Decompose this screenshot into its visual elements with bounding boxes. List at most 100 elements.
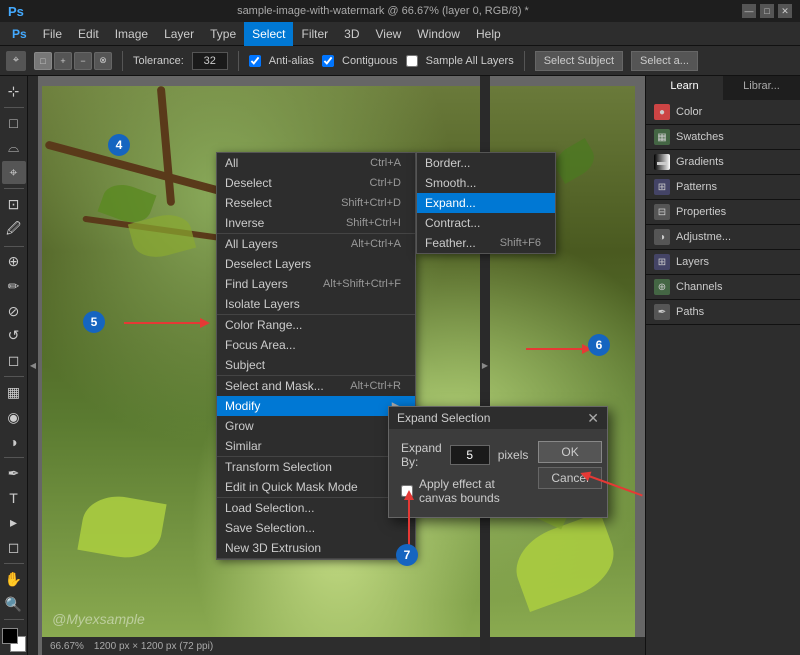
paths-panel-header[interactable]: ✒ Paths	[646, 300, 800, 324]
healing-brush-tool[interactable]: ⊕	[2, 250, 26, 273]
color-panel-header[interactable]: ● Color	[646, 100, 800, 124]
minimize-btn[interactable]: —	[742, 4, 756, 18]
menu-load-selection[interactable]: Load Selection...	[217, 498, 415, 518]
rectangular-marquee-tool[interactable]: □	[2, 112, 26, 135]
sample-all-checkbox[interactable]	[406, 55, 418, 67]
menu-grow[interactable]: Grow	[217, 416, 415, 436]
menu-inverse[interactable]: InverseShift+Ctrl+I	[217, 213, 415, 233]
menu-color-range[interactable]: Color Range...	[217, 315, 415, 335]
menu-file[interactable]: File	[35, 22, 70, 46]
hand-tool[interactable]: ✋	[2, 568, 26, 591]
menu-save-selection[interactable]: Save Selection...	[217, 518, 415, 538]
menu-deselect-layers[interactable]: Deselect Layers	[217, 254, 415, 274]
menu-window[interactable]: Window	[409, 22, 468, 46]
menu-ps[interactable]: Ps	[4, 22, 35, 46]
menu-deselect[interactable]: DeselectCtrl+D	[217, 173, 415, 193]
menu-help[interactable]: Help	[468, 22, 509, 46]
maximize-btn[interactable]: □	[760, 4, 774, 18]
blur-tool[interactable]: ◉	[2, 406, 26, 429]
history-brush-tool[interactable]: ↺	[2, 325, 26, 348]
menu-all[interactable]: AllCtrl+A	[217, 153, 415, 173]
brush-tool[interactable]: ✏	[2, 275, 26, 298]
app-icon: Ps	[8, 4, 24, 19]
left-collapse-arrow[interactable]: ◀	[28, 76, 38, 655]
tolerance-input[interactable]	[192, 52, 228, 70]
menu-isolate-layers[interactable]: Isolate Layers	[217, 294, 415, 314]
menu-type[interactable]: Type	[202, 22, 244, 46]
new-selection-icon[interactable]: □	[34, 52, 52, 70]
add-selection-icon[interactable]: +	[54, 52, 72, 70]
select-menu-dropdown[interactable]: AllCtrl+A DeselectCtrl+D ReselectShift+C…	[216, 152, 416, 560]
type-tool[interactable]: T	[2, 487, 26, 510]
menu-transform-selection[interactable]: Transform Selection	[217, 457, 415, 477]
menu-smooth[interactable]: Smooth...	[417, 173, 555, 193]
menu-3d-extrusion[interactable]: New 3D Extrusion	[217, 538, 415, 558]
gradients-panel-header[interactable]: ▬ Gradients	[646, 150, 800, 174]
menu-3d[interactable]: 3D	[336, 22, 367, 46]
dodge-tool[interactable]: ◑	[2, 430, 26, 453]
menu-similar[interactable]: Similar	[217, 436, 415, 456]
window-title: sample-image-with-watermark @ 66.67% (la…	[237, 5, 529, 17]
color-swatches[interactable]	[2, 628, 26, 651]
dialog-close-btn[interactable]: ✕	[587, 410, 599, 427]
zoom-tool[interactable]: 🔍	[2, 593, 26, 616]
select-subject-btn[interactable]: Select Subject	[535, 51, 623, 71]
menu-select[interactable]: Select	[244, 22, 293, 46]
arrow-5	[124, 322, 204, 324]
intersect-selection-icon[interactable]: ⊗	[94, 52, 112, 70]
clone-stamp-tool[interactable]: ⊘	[2, 300, 26, 323]
swatches-icon: ▦	[654, 129, 670, 145]
tool-separator-7	[4, 619, 24, 620]
color-panel: ● Color	[646, 100, 800, 125]
menu-all-layers[interactable]: All LayersAlt+Ctrl+A	[217, 234, 415, 254]
close-btn[interactable]: ✕	[778, 4, 792, 18]
subtract-selection-icon[interactable]: −	[74, 52, 92, 70]
menu-view[interactable]: View	[368, 22, 410, 46]
menu-find-layers[interactable]: Find LayersAlt+Shift+Ctrl+F	[217, 274, 415, 294]
move-tool[interactable]: ⊹	[2, 80, 26, 103]
menu-image[interactable]: Image	[107, 22, 156, 46]
canvas-area[interactable]: ◀ @Myexsample	[28, 76, 645, 655]
path-selection-tool[interactable]: ▸	[2, 512, 26, 535]
right-panel-tabs: Learn Librar...	[646, 76, 800, 100]
eraser-tool[interactable]: ◻	[2, 349, 26, 372]
menu-modify[interactable]: Modify▶	[217, 396, 415, 416]
menu-reselect[interactable]: ReselectShift+Ctrl+D	[217, 193, 415, 213]
adjustments-panel-header[interactable]: ◑ Adjustme...	[646, 225, 800, 249]
ok-button[interactable]: OK	[538, 441, 601, 463]
modify-submenu[interactable]: Border... Smooth... Expand... Contract..…	[416, 152, 556, 254]
menu-filter[interactable]: Filter	[293, 22, 336, 46]
channels-panel: ⊕ Channels	[646, 275, 800, 300]
channels-panel-header[interactable]: ⊕ Channels	[646, 275, 800, 299]
menu-feather[interactable]: Feather...Shift+F6	[417, 233, 555, 253]
expand-dialog[interactable]: Expand Selection ✕ Expand By: pixels App…	[388, 406, 608, 518]
menu-expand[interactable]: Expand...	[417, 193, 555, 213]
contiguous-checkbox[interactable]	[322, 55, 334, 67]
properties-panel-header[interactable]: ⊟ Properties	[646, 200, 800, 224]
shape-tool[interactable]: ◻	[2, 536, 26, 559]
patterns-panel-header[interactable]: ⊞ Patterns	[646, 175, 800, 199]
antialias-checkbox[interactable]	[249, 55, 261, 67]
lasso-tool[interactable]: ⌓	[2, 136, 26, 159]
menu-border[interactable]: Border...	[417, 153, 555, 173]
channels-icon: ⊕	[654, 279, 670, 295]
menu-layer[interactable]: Layer	[156, 22, 202, 46]
pen-tool[interactable]: ✒	[2, 462, 26, 485]
menu-select-mask[interactable]: Select and Mask...Alt+Ctrl+R	[217, 376, 415, 396]
select-mask-btn[interactable]: Select a...	[631, 51, 698, 71]
menu-subject[interactable]: Subject	[217, 355, 415, 375]
menu-quick-mask[interactable]: Edit in Quick Mask Mode	[217, 477, 415, 497]
magic-wand-tool[interactable]: ⌖	[2, 161, 26, 184]
menu-contract[interactable]: Contract...	[417, 213, 555, 233]
menu-focus-area[interactable]: Focus Area...	[217, 335, 415, 355]
tab-libraries[interactable]: Librar...	[723, 76, 800, 100]
menu-edit[interactable]: Edit	[70, 22, 107, 46]
swatches-panel-header[interactable]: ▦ Swatches	[646, 125, 800, 149]
eyedropper-tool[interactable]: 🖉	[2, 218, 26, 242]
layers-panel-header[interactable]: ⊞ Layers	[646, 250, 800, 274]
crop-tool[interactable]: ⊡	[2, 193, 26, 216]
gradient-tool[interactable]: ▦	[2, 381, 26, 404]
tab-learn[interactable]: Learn	[646, 76, 723, 100]
expand-by-input[interactable]	[450, 445, 490, 465]
dimensions: 1200 px × 1200 px (72 ppi)	[94, 641, 213, 652]
